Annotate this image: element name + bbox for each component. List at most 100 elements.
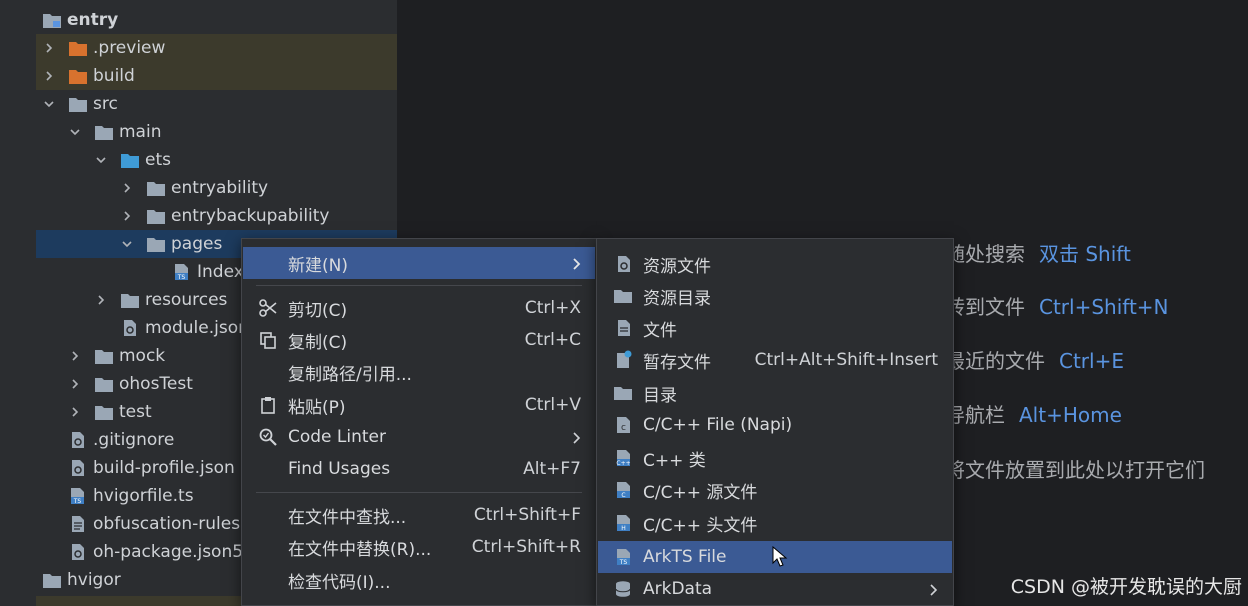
tree-item-label: resources [145,290,228,310]
tree-item-label: hvigorfile.ts [93,486,194,506]
hint-navigation-bar: 导航栏 Alt+Home [945,399,1122,428]
code-linter-icon [257,426,279,448]
tree-item-main[interactable]: main [36,118,397,146]
hint-text: 转到文件 [945,295,1025,319]
chevron-down-icon[interactable] [120,230,134,258]
hint-go-to-file: 转到文件 Ctrl+Shift+N [945,291,1169,320]
menu-item-replace-in-files[interactable]: 在文件中替换(R)... Ctrl+Shift+R [243,531,595,563]
tree-item-label: test [119,402,152,422]
chevron-right-icon[interactable] [94,286,108,314]
menu-item-label: ArkData [643,579,713,599]
tree-item-entrybackupability[interactable]: entrybackupability [36,202,397,230]
chevron-down-icon[interactable] [94,146,108,174]
submenu-item-napi-file[interactable]: c C/C++ File (Napi) [598,409,952,441]
menu-item-label: 新建(N) [288,255,348,276]
file-icon [612,317,634,339]
context-menu: 新建(N) 剪切(C) Ctrl+X 复制(C) Ctrl+C 复制路径/引用.… [241,238,597,606]
menu-item-label: Find Usages [288,459,391,479]
submenu-item-resource-dir[interactable]: 资源目录 [598,280,952,312]
hint-drop-files: 将文件放置到此处以打开它们 [945,454,1205,483]
tree-item-label: ohosTest [119,374,193,394]
folder-icon [94,402,114,422]
svg-text:TS: TS [619,559,628,566]
chevron-right-icon[interactable] [68,398,82,426]
tree-item-label: entrybackupability [171,206,330,226]
scratch-file-icon [612,349,634,371]
svg-text:TS: TS [73,498,82,505]
menu-item-label: 目录 [643,385,677,406]
chevron-right-icon[interactable] [68,342,82,370]
submenu-item-file[interactable]: 文件 [598,312,952,344]
database-icon [612,578,634,600]
tree-item-label: Index [197,262,244,282]
menu-item-cut[interactable]: 剪切(C) Ctrl+X [243,292,595,324]
hint-text: 导航栏 [945,403,1005,427]
menu-item-shortcut: Ctrl+X [524,298,581,318]
menu-item-label: C/C++ 源文件 [643,482,758,503]
hint-search-everywhere: 随处搜索 双击 Shift [945,238,1131,267]
tree-item-label: .gitignore [93,430,175,450]
folder-icon [94,374,114,394]
menu-item-label: C++ 类 [643,450,706,471]
submenu-item-resource-file[interactable]: 资源文件 [598,248,952,280]
watermark: CSDN @被开发耽误的大厨 [1010,576,1242,598]
tree-item-preview[interactable]: .preview [36,34,397,62]
chevron-right-icon[interactable] [120,174,134,202]
source-folder-icon [120,150,140,170]
svg-text:c: c [621,423,626,433]
ts-file-icon: TS [172,262,192,282]
tool-window-strip [0,0,36,606]
tree-item-entryability[interactable]: entryability [36,174,397,202]
module-folder-icon [42,10,62,30]
tree-item-label: build [93,66,135,86]
menu-item-copy-path[interactable]: 复制路径/引用... [243,356,595,388]
chevron-right-icon[interactable] [42,62,56,90]
menu-item-label: 复制(C) [288,332,348,353]
chevron-right-icon[interactable] [68,370,82,398]
chevron-down-icon[interactable] [42,90,56,118]
c-source-icon: C [612,479,634,501]
chevron-right-icon[interactable] [120,202,134,230]
submenu-item-cpp-class[interactable]: C++ C++ 类 [598,442,952,474]
submenu-item-c-source[interactable]: C C/C++ 源文件 [598,474,952,506]
menu-item-inspect-code[interactable]: 检查代码(I)... [243,564,595,596]
hint-shortcut: Alt+Home [1019,403,1122,427]
hint-shortcut: Ctrl+E [1059,349,1124,373]
tree-item-label: module.json [145,318,249,338]
menu-item-new[interactable]: 新建(N) [243,247,595,279]
tree-item-src[interactable]: src [36,90,397,118]
tree-item-build[interactable]: build [36,62,397,90]
menu-item-label: C/C++ File (Napi) [643,415,793,435]
submenu-item-arkdata[interactable]: ArkData [598,573,952,605]
menu-item-copy[interactable]: 复制(C) Ctrl+C [243,324,595,356]
svg-text:C: C [621,492,625,499]
menu-item-label: 粘贴(P) [288,397,346,418]
menu-item-label: 资源文件 [643,256,711,277]
svg-text:C++: C++ [616,460,630,467]
chevron-down-icon[interactable] [68,118,82,146]
submenu-item-c-header[interactable]: H C/C++ 头文件 [598,507,952,539]
tree-item-label: src [93,94,118,114]
scissors-icon [257,297,279,319]
submenu-item-scratch-file[interactable]: 暂存文件 Ctrl+Alt+Shift+Insert [598,344,952,376]
hint-text: 将文件放置到此处以打开它们 [945,458,1205,482]
mouse-cursor-icon [772,546,788,567]
json-file-icon [68,542,88,562]
tree-item-label: main [119,122,162,142]
chevron-right-icon[interactable] [42,34,56,62]
menu-item-code-linter[interactable]: Code Linter [243,421,595,453]
chevron-right-icon [569,430,583,444]
menu-item-label: 检查代码(I)... [288,572,391,593]
folder-icon [612,382,634,404]
menu-item-label: 在文件中替换(R)... [288,539,432,560]
menu-item-paste[interactable]: 粘贴(P) Ctrl+V [243,389,595,421]
menu-item-find-usages[interactable]: Find Usages Alt+F7 [243,453,595,485]
tree-item-ets[interactable]: ets [36,146,397,174]
tree-item-entry[interactable]: entry [36,6,397,34]
menu-item-label: ArkTS File [643,547,727,567]
resource-file-icon [612,253,634,275]
submenu-item-directory[interactable]: 目录 [598,377,952,409]
menu-item-find-in-files[interactable]: 在文件中查找... Ctrl+Shift+F [243,499,595,531]
menu-item-shortcut: Ctrl+Shift+R [471,537,581,557]
ts-file-icon: TS [612,546,634,568]
